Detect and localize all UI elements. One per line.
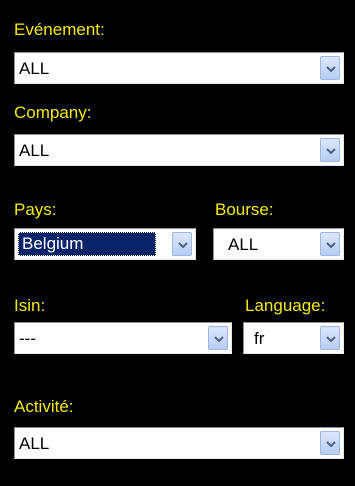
bourse-label: Bourse: bbox=[215, 200, 274, 219]
isin-label: Isin: bbox=[14, 296, 46, 315]
language-dropdown-button[interactable] bbox=[320, 326, 340, 350]
activite-label: Activité: bbox=[14, 397, 74, 416]
activite-value: ALL bbox=[19, 434, 50, 453]
chevron-down-icon bbox=[326, 66, 336, 72]
evenement-select[interactable]: ALL bbox=[14, 52, 344, 84]
isin-value: --- bbox=[19, 329, 36, 348]
bourse-select[interactable]: ALL bbox=[213, 228, 344, 260]
pays-label: Pays: bbox=[14, 200, 57, 219]
evenement-dropdown-button[interactable] bbox=[320, 56, 340, 80]
chevron-down-icon bbox=[326, 336, 336, 342]
bourse-dropdown-button[interactable] bbox=[320, 232, 340, 256]
pays-value: Belgium bbox=[18, 232, 156, 256]
chevron-down-icon bbox=[326, 242, 336, 248]
language-select[interactable]: fr bbox=[243, 322, 344, 354]
evenement-value: ALL bbox=[19, 59, 50, 78]
pays-dropdown-button[interactable] bbox=[172, 232, 192, 256]
company-value: ALL bbox=[19, 141, 50, 160]
company-label: Company: bbox=[14, 103, 92, 122]
isin-dropdown-button[interactable] bbox=[208, 326, 228, 350]
chevron-down-icon bbox=[214, 336, 224, 342]
chevron-down-icon bbox=[326, 441, 336, 447]
company-dropdown-button[interactable] bbox=[320, 138, 340, 162]
evenement-label: Evénement: bbox=[14, 20, 105, 39]
bourse-value: ALL bbox=[228, 235, 259, 254]
activite-select[interactable]: ALL bbox=[14, 427, 344, 459]
company-select[interactable]: ALL bbox=[14, 134, 344, 166]
chevron-down-icon bbox=[326, 148, 336, 154]
chevron-down-icon bbox=[178, 242, 188, 248]
language-label: Language: bbox=[245, 296, 326, 315]
language-value: fr bbox=[254, 329, 265, 348]
activite-dropdown-button[interactable] bbox=[320, 431, 340, 455]
isin-select[interactable]: --- bbox=[14, 322, 232, 354]
pays-select[interactable]: Belgium bbox=[14, 228, 196, 260]
